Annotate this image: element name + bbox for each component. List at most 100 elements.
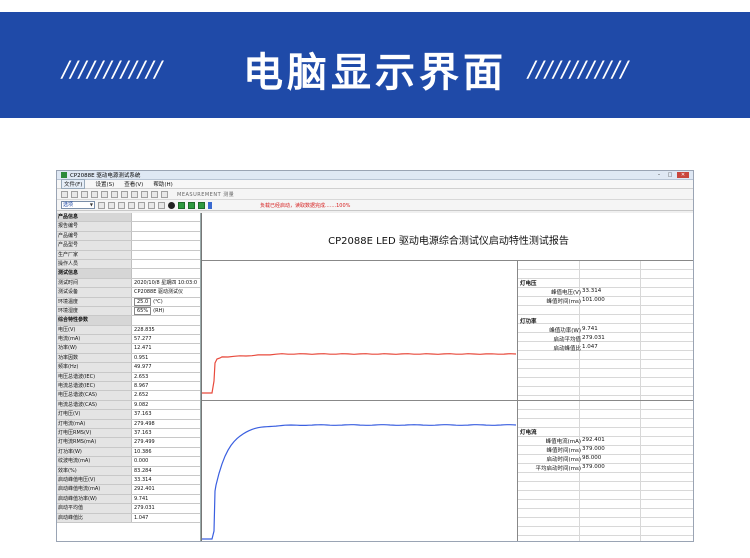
parameter-label: 电流总谐波(CAS) bbox=[57, 400, 132, 410]
report-area: CP2088E LED 驱动电源综合测试仪启动特性测试报告 灯电压 峰值电压(V… bbox=[201, 213, 693, 541]
parameter-value[interactable]: 8.967 bbox=[132, 382, 200, 390]
power-row-value: 1.047 bbox=[582, 344, 598, 350]
paste-icon[interactable] bbox=[121, 190, 128, 198]
parameter-value[interactable]: 65% (RH) bbox=[132, 306, 200, 315]
parameter-value[interactable]: 25.0 (℃) bbox=[132, 297, 200, 306]
edit-icon[interactable] bbox=[101, 190, 108, 198]
parameter-value[interactable]: 2020/10/8 星期四 10:03:0 bbox=[132, 279, 200, 287]
parameter-row: 启动峰值功率(W) 9.741 bbox=[57, 494, 200, 505]
close-icon[interactable]: ✕ bbox=[677, 172, 689, 178]
parameter-value[interactable]: 37.163 bbox=[132, 429, 200, 437]
list-icon[interactable] bbox=[128, 201, 135, 209]
current-row-value: 379.000 bbox=[582, 446, 605, 452]
chevron-down-icon: ▼ bbox=[89, 202, 93, 207]
voltage-row-key: 峰值电压(V) bbox=[550, 290, 581, 296]
run-button[interactable] bbox=[188, 201, 195, 209]
copy-icon[interactable] bbox=[111, 190, 118, 198]
help-icon[interactable] bbox=[151, 190, 158, 198]
parameter-value[interactable]: 37.163 bbox=[132, 410, 200, 418]
parameter-value[interactable]: 12.471 bbox=[132, 344, 200, 352]
parameter-row: 启动平均值 279.031 bbox=[57, 504, 200, 514]
parameter-value bbox=[132, 213, 200, 222]
current-row-value: 292.401 bbox=[582, 437, 605, 443]
parameter-value[interactable]: 0.951 bbox=[132, 354, 200, 362]
current-row-value: 98.000 bbox=[582, 455, 602, 461]
parameter-value[interactable]: 83.284 bbox=[132, 467, 200, 475]
parameter-label: 电流(mA) bbox=[57, 335, 132, 344]
parameter-value[interactable]: 49.977 bbox=[132, 363, 200, 371]
parameter-value[interactable] bbox=[132, 251, 200, 259]
parameter-value[interactable] bbox=[132, 222, 200, 230]
parameter-label: 电压(V) bbox=[57, 325, 132, 335]
parameter-value[interactable] bbox=[132, 260, 200, 268]
parameter-value[interactable]: 1.047 bbox=[132, 514, 200, 522]
toolbar-brand-text: MEASUREMENT 测量 bbox=[177, 191, 235, 198]
parameter-value[interactable]: 279.498 bbox=[132, 420, 200, 428]
export-icon[interactable] bbox=[158, 201, 165, 209]
parameter-row: 功率(W) 12.471 bbox=[57, 344, 200, 354]
page: //////////// 电脑显示界面 //////////// CP2088E… bbox=[0, 0, 750, 558]
voltage-power-table: 灯电压 峰值电压(V) 33.314 峰值时间(ms) 101.000 灯功率 … bbox=[518, 261, 693, 401]
parameter-label: 启动峰值比 bbox=[57, 513, 132, 522]
wave-icon[interactable] bbox=[108, 201, 115, 209]
parameter-value[interactable]: 10.386 bbox=[132, 448, 200, 456]
power-row-value: 279.031 bbox=[582, 335, 605, 341]
section-header-row: 综合特性参数 bbox=[57, 316, 200, 326]
save-icon[interactable] bbox=[81, 190, 88, 198]
zoom-icon[interactable] bbox=[138, 201, 145, 209]
status-message: 负载已经启动，读取数据完成.......100% bbox=[260, 203, 351, 209]
menu-help[interactable]: 帮助(H) bbox=[153, 180, 172, 188]
parameter-value[interactable] bbox=[132, 232, 200, 240]
parameter-row: 频率(Hz) 49.977 bbox=[57, 363, 200, 373]
stop-button[interactable] bbox=[168, 201, 175, 209]
parameter-value[interactable]: 2.652 bbox=[132, 391, 200, 399]
power-row-key: 峰值功率(W) bbox=[549, 328, 581, 334]
delete-icon[interactable] bbox=[131, 190, 138, 198]
settings-icon[interactable] bbox=[141, 190, 148, 198]
parameter-value[interactable]: 2.653 bbox=[132, 373, 200, 381]
power-row-key: 启动峰值比 bbox=[553, 346, 581, 352]
power-row-key: 启动平均值 bbox=[553, 337, 581, 343]
parameter-label: 电压总谐波(IEC) bbox=[57, 372, 132, 382]
grid-background bbox=[518, 261, 693, 400]
parameter-value[interactable]: 33.314 bbox=[132, 476, 200, 484]
menu-view[interactable]: 查看(V) bbox=[124, 180, 143, 188]
grid-icon[interactable] bbox=[148, 201, 155, 209]
parameter-value[interactable]: 9.082 bbox=[132, 401, 200, 409]
parameter-value[interactable]: 279.499 bbox=[132, 438, 200, 446]
menu-bar: 文件(F) 设置(S) 查看(V) 帮助(H) bbox=[57, 179, 693, 189]
open-icon[interactable] bbox=[71, 190, 78, 198]
parameter-value[interactable]: 228.835 bbox=[132, 326, 200, 334]
table-icon[interactable] bbox=[118, 201, 125, 209]
parameter-row: 报告编号 bbox=[57, 222, 200, 232]
parameter-value[interactable] bbox=[132, 241, 200, 249]
parameter-label: 电流总谐波(IEC) bbox=[57, 382, 132, 391]
voltage-row-value: 33.314 bbox=[582, 288, 602, 294]
start-button[interactable] bbox=[178, 201, 185, 209]
parameter-value[interactable]: 292.401 bbox=[132, 485, 200, 493]
parameter-panel: 产品信息 报告编号 产品编号 产品型号 生产厂家 操作人员 测试信息 测试时间 2020/10/… bbox=[57, 213, 201, 541]
parameter-value[interactable]: CP2088E 驱动测试仪 bbox=[132, 288, 200, 296]
info-icon[interactable] bbox=[161, 190, 168, 198]
minimize-icon[interactable]: – bbox=[655, 172, 663, 178]
new-icon[interactable] bbox=[61, 190, 68, 198]
menu-file[interactable]: 文件(F) bbox=[61, 179, 86, 189]
parameter-value[interactable]: 9.741 bbox=[132, 495, 200, 503]
parameter-row: 启动峰值比 1.047 bbox=[57, 513, 200, 523]
parameter-value bbox=[132, 316, 200, 325]
maximize-icon[interactable]: □ bbox=[666, 172, 674, 178]
parameter-row: 生产厂家 bbox=[57, 250, 200, 260]
parameter-label: 频率(Hz) bbox=[57, 363, 132, 372]
print-icon[interactable] bbox=[91, 190, 98, 198]
menu-settings[interactable]: 设置(S) bbox=[95, 180, 114, 188]
parameter-value[interactable]: 0.000 bbox=[132, 457, 200, 465]
parameter-label: 功率(W) bbox=[57, 344, 132, 353]
chart-icon[interactable] bbox=[98, 201, 105, 209]
current-chart-svg bbox=[202, 424, 517, 540]
parameter-value[interactable]: 279.031 bbox=[132, 504, 200, 512]
parameter-value[interactable]: 57.277 bbox=[132, 335, 200, 343]
parameter-row: 环境温度 25.0 (℃) bbox=[57, 297, 200, 307]
parameter-label: 报告编号 bbox=[57, 222, 132, 231]
step-button[interactable] bbox=[198, 201, 205, 209]
option-select[interactable]: 选项 ▼ bbox=[61, 201, 95, 209]
